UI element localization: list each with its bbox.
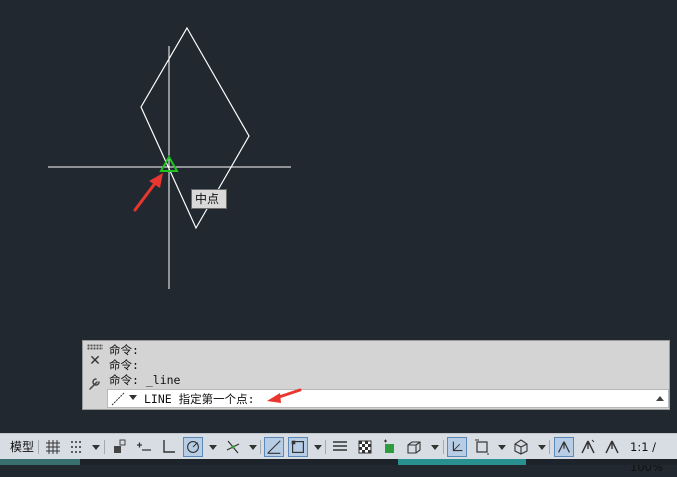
- chevron-down-icon[interactable]: [431, 445, 439, 450]
- divider: [104, 440, 105, 454]
- osnap-tooltip: 中点: [191, 189, 227, 209]
- dynamic-input-icon[interactable]: [134, 437, 154, 457]
- selection-filter-icon[interactable]: [472, 437, 492, 457]
- chevron-down-icon[interactable]: [314, 445, 322, 450]
- ortho-icon[interactable]: [158, 437, 178, 457]
- history-line: 命令:: [109, 343, 139, 357]
- drag-grip-icon[interactable]: [87, 344, 103, 350]
- command-window[interactable]: ✕ 命令: 命令: 命令: _line LINE 指定第一个点:: [82, 340, 670, 410]
- close-icon[interactable]: ✕: [88, 354, 102, 368]
- divider: [443, 440, 444, 454]
- auto-scale-icon[interactable]: [578, 437, 598, 457]
- infer-constraints-icon[interactable]: [110, 437, 130, 457]
- 3d-osnap-icon[interactable]: [404, 437, 424, 457]
- dynamic-ucs-icon[interactable]: [447, 437, 467, 457]
- taskbar-segment: [0, 459, 80, 465]
- chevron-down-icon[interactable]: [92, 445, 100, 450]
- status-bar: 模型 1:1 / 100%: [0, 433, 677, 474]
- taskbar-edge: [0, 459, 677, 465]
- history-line: 命令: _line: [109, 373, 181, 387]
- line-command-icon: [111, 392, 125, 406]
- snap-icon[interactable]: [66, 437, 86, 457]
- divider: [325, 440, 326, 454]
- gizmo-icon[interactable]: [511, 437, 531, 457]
- command-prompt: LINE 指定第一个点:: [144, 392, 255, 406]
- transparency-icon[interactable]: [355, 437, 375, 457]
- chevron-down-icon[interactable]: [498, 445, 506, 450]
- object-snap-tracking-icon[interactable]: [264, 437, 284, 457]
- red-arrow-annotation: [133, 173, 163, 212]
- lineweight-icon[interactable]: [330, 437, 350, 457]
- object-snap-icon[interactable]: [288, 437, 308, 457]
- model-tab[interactable]: 模型: [10, 437, 34, 457]
- annotation-scale-icon[interactable]: [602, 437, 622, 457]
- isodraft-icon[interactable]: [223, 437, 243, 457]
- grid-icon[interactable]: [43, 437, 63, 457]
- polar-icon[interactable]: [183, 437, 203, 457]
- taskbar-active-segment: [398, 459, 526, 465]
- chevron-down-icon[interactable]: [249, 445, 257, 450]
- command-input[interactable]: LINE 指定第一个点:: [107, 388, 669, 408]
- chevron-down-icon[interactable]: [129, 395, 137, 400]
- scale-readout[interactable]: 1:1 / 100%: [630, 437, 677, 474]
- divider: [549, 440, 550, 454]
- command-history: 命令: 命令: 命令: _line: [109, 343, 180, 388]
- wrench-icon[interactable]: [87, 375, 103, 391]
- chevron-up-icon[interactable]: [656, 396, 664, 401]
- divider: [260, 440, 261, 454]
- red-arrow-prompt: [267, 388, 302, 403]
- divider: [38, 440, 39, 454]
- chevron-down-icon[interactable]: [538, 445, 546, 450]
- chevron-down-icon[interactable]: [209, 445, 217, 450]
- history-line: 命令:: [109, 358, 139, 372]
- selection-cycling-icon[interactable]: [380, 437, 400, 457]
- annotation-visibility-icon[interactable]: [554, 437, 574, 457]
